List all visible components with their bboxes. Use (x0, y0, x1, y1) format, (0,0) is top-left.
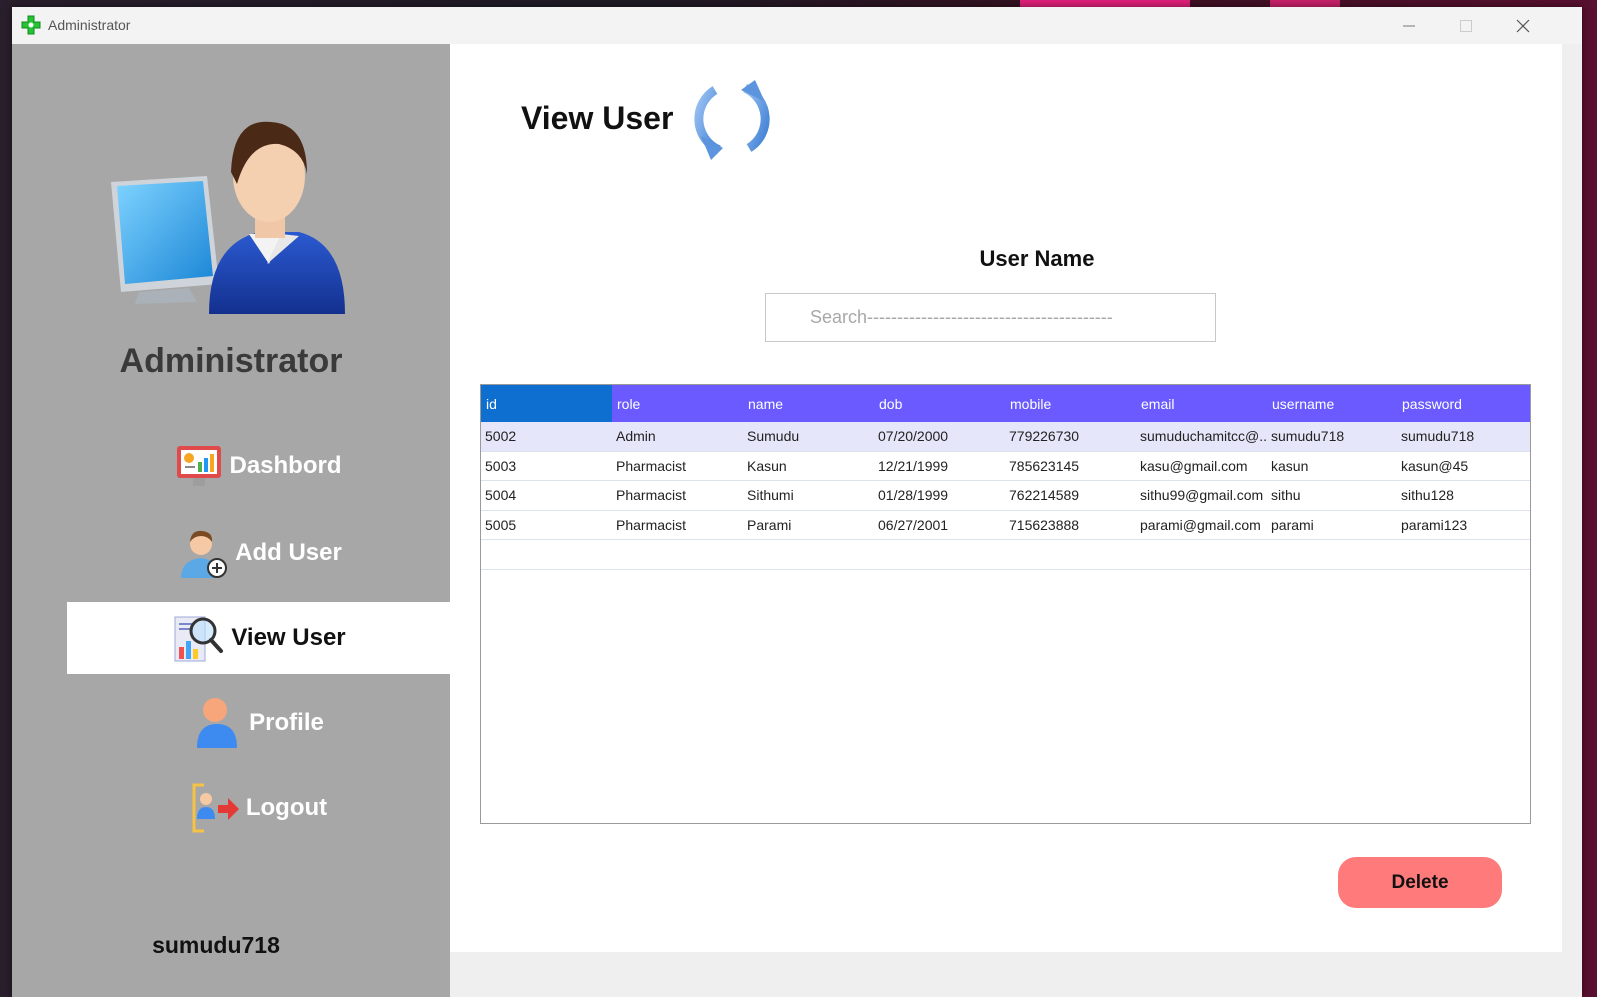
column-header-mobile[interactable]: mobile (1005, 385, 1136, 422)
desktop-accent-1 (1020, 0, 1190, 7)
column-header-password[interactable]: password (1397, 385, 1530, 422)
column-header-name[interactable]: name (743, 385, 874, 422)
page-title: View User (521, 100, 674, 136)
close-icon (1516, 19, 1530, 33)
table-cell[interactable]: sithu99@gmail.com (1136, 481, 1267, 510)
table-cell[interactable]: 07/20/2000 (874, 422, 1005, 451)
app-cross-icon (21, 15, 41, 35)
table-cell[interactable]: Pharmacist (612, 511, 743, 540)
desktop-accent-2 (1270, 0, 1340, 7)
table-row[interactable]: 5003 Pharmacist Kasun 12/21/1999 7856231… (481, 452, 1530, 481)
app-window: Administrator Administrator Dashbord Add… (12, 7, 1582, 997)
sidebar-item-dashboard[interactable]: Dashbord (67, 430, 450, 502)
users-table: id role name dob mobile email username p… (480, 384, 1531, 824)
table-cell[interactable]: 5004 (481, 481, 612, 510)
table-cell[interactable]: kasun@45 (1397, 452, 1530, 481)
table-cell[interactable]: 5005 (481, 511, 612, 540)
logged-in-username: sumudu718 (152, 932, 280, 958)
column-header-username[interactable]: username (1267, 385, 1397, 422)
search-input[interactable] (765, 293, 1216, 342)
table-cell[interactable]: 06/27/2001 (874, 511, 1005, 540)
table-cell[interactable]: sumudu718 (1397, 422, 1530, 451)
sidebar-item-profile[interactable]: Profile (67, 687, 450, 759)
table-row[interactable]: 5002 Admin Sumudu 07/20/2000 779226730 s… (481, 422, 1530, 452)
table-cell[interactable]: parami (1267, 511, 1397, 540)
add-user-icon (181, 530, 228, 578)
table-cell[interactable]: 5002 (481, 422, 612, 451)
sidebar-item-add-user[interactable]: Add User (67, 517, 450, 589)
sidebar-item-logout[interactable]: Logout (67, 772, 450, 844)
title-bar: Administrator (12, 7, 1582, 44)
search-label: User Name (979, 246, 1095, 271)
table-cell[interactable]: Pharmacist (612, 452, 743, 481)
column-header-id[interactable]: id (481, 385, 612, 422)
table-cell[interactable]: Pharmacist (612, 481, 743, 510)
table-cell[interactable]: 715623888 (1005, 511, 1136, 540)
minimize-icon (1403, 25, 1415, 27)
sidebar-item-label: Add User (235, 539, 342, 566)
dashboard-icon (177, 446, 222, 486)
table-cell[interactable]: Kasun (743, 452, 874, 481)
table-new-row[interactable] (481, 540, 1530, 570)
table-header: id role name dob mobile email username p… (481, 385, 1530, 422)
table-row[interactable]: 5005 Pharmacist Parami 06/27/2001 715623… (481, 511, 1530, 540)
sidebar-item-label: Profile (249, 709, 324, 736)
refresh-icon[interactable] (693, 78, 775, 160)
sidebar: Administrator Dashbord Add User View Use… (12, 44, 450, 997)
close-button[interactable] (1500, 11, 1546, 41)
table-cell[interactable]: sumuduchamitcc@... (1136, 422, 1267, 451)
maximize-button[interactable] (1443, 11, 1489, 41)
sidebar-item-label: Dashbord (229, 452, 342, 479)
table-cell[interactable]: kasun (1267, 452, 1397, 481)
sidebar-item-label: View User (231, 624, 346, 651)
maximize-icon (1460, 20, 1472, 32)
table-cell[interactable]: sithu (1267, 481, 1397, 510)
logout-icon (192, 783, 239, 833)
table-cell[interactable]: parami123 (1397, 511, 1530, 540)
window-title: Administrator (48, 17, 131, 33)
table-cell[interactable]: 762214589 (1005, 481, 1136, 510)
minimize-button[interactable] (1386, 11, 1432, 41)
delete-button[interactable]: Delete (1338, 857, 1502, 908)
view-user-icon (174, 616, 224, 662)
table-cell[interactable]: 785623145 (1005, 452, 1136, 481)
table-row[interactable]: 5004 Pharmacist Sithumi 01/28/1999 76221… (481, 481, 1530, 511)
sidebar-role-title: Administrator (119, 342, 343, 380)
table-cell[interactable]: Sithumi (743, 481, 874, 510)
table-cell[interactable]: 779226730 (1005, 422, 1136, 451)
table-cell[interactable]: sithu128 (1397, 481, 1530, 510)
column-header-email[interactable]: email (1136, 385, 1267, 422)
table-cell[interactable]: 12/21/1999 (874, 452, 1005, 481)
table-cell[interactable]: sumudu718 (1267, 422, 1397, 451)
sidebar-item-label: Logout (245, 794, 328, 821)
table-cell[interactable]: kasu@gmail.com (1136, 452, 1267, 481)
sidebar-item-view-user[interactable]: View User (67, 602, 450, 674)
table-cell[interactable]: Parami (743, 511, 874, 540)
column-header-dob[interactable]: dob (874, 385, 1005, 422)
profile-icon (197, 698, 238, 748)
table-cell[interactable]: parami@gmail.com (1136, 511, 1267, 540)
main-panel: View User User Name id role name dob mob… (450, 44, 1562, 952)
table-cell[interactable]: 01/28/1999 (874, 481, 1005, 510)
admin-avatar-icon (111, 121, 345, 314)
table-cell[interactable]: 5003 (481, 452, 612, 481)
table-cell[interactable]: Sumudu (743, 422, 874, 451)
column-header-role[interactable]: role (612, 385, 743, 422)
table-cell[interactable]: Admin (612, 422, 743, 451)
